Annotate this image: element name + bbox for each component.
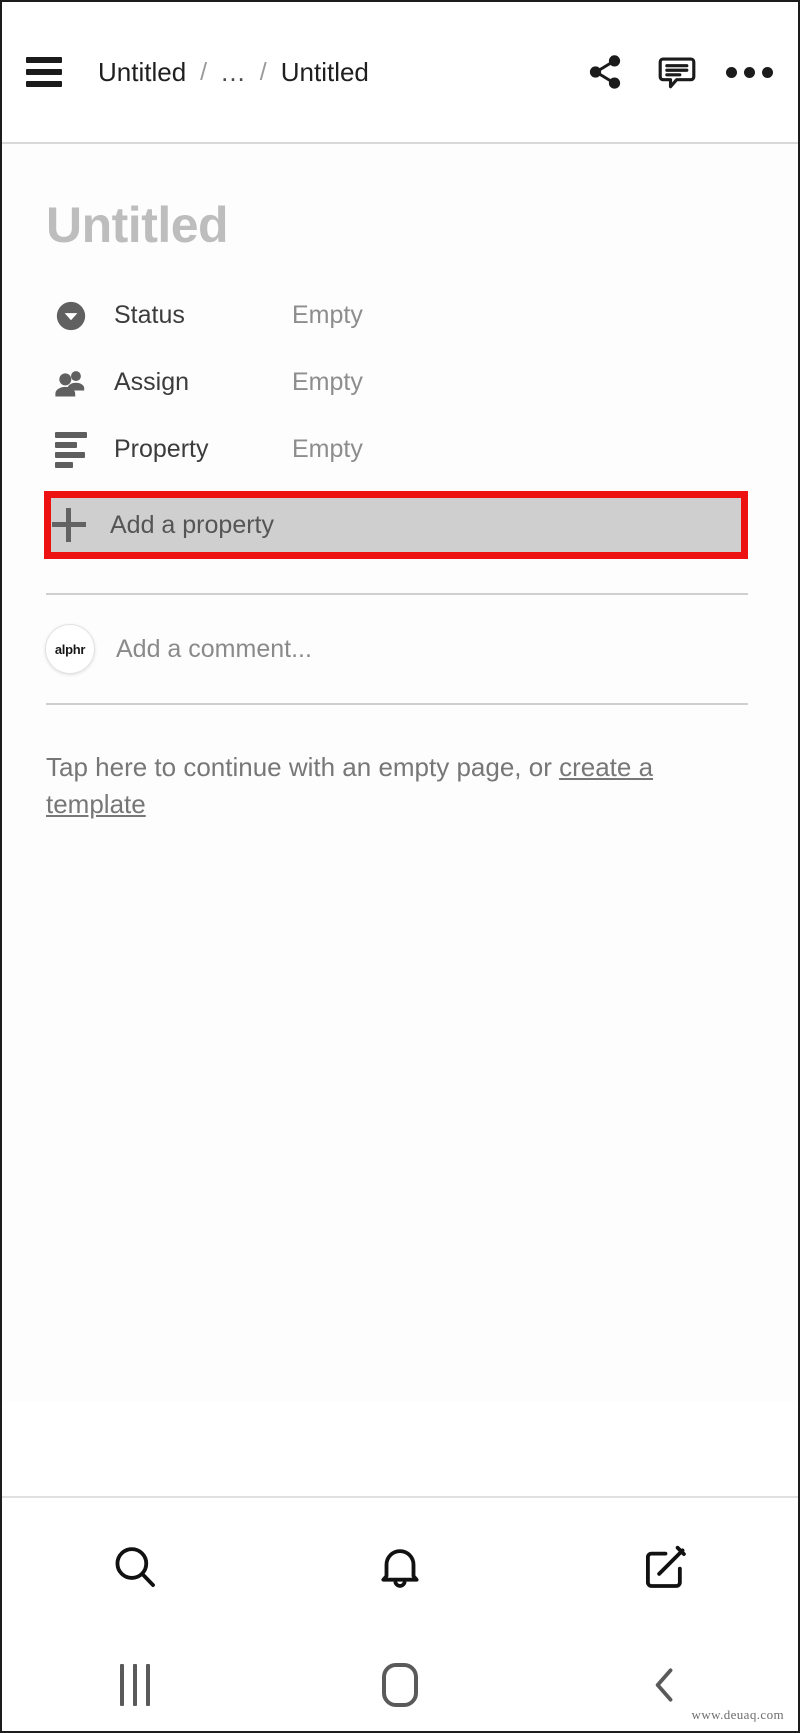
recent-apps-icon	[119, 1663, 150, 1706]
property-row-property[interactable]: Property Empty	[2, 416, 798, 483]
tab-new-page[interactable]	[533, 1498, 798, 1638]
nav-back[interactable]	[533, 1663, 798, 1707]
breadcrumb-item-root[interactable]: Untitled	[98, 57, 186, 88]
share-icon[interactable]	[584, 51, 626, 93]
add-property-label: Add a property	[110, 510, 274, 539]
bottom-tab-bar	[2, 1496, 798, 1638]
search-icon	[115, 1547, 155, 1588]
avatar: alphr	[46, 625, 94, 673]
empty-page-hint[interactable]: Tap here to continue with an empty page,…	[2, 705, 798, 823]
status-circle-chevron-icon	[52, 297, 90, 335]
page-title[interactable]: Untitled	[2, 144, 798, 254]
property-lines-icon	[52, 431, 90, 469]
breadcrumb-separator-1: /	[200, 57, 208, 86]
breadcrumb-separator-2: /	[259, 57, 267, 86]
add-property-wrapper: Add a property	[2, 491, 798, 559]
nav-recents[interactable]	[2, 1663, 267, 1706]
home-icon	[381, 1662, 418, 1707]
header-actions	[584, 51, 773, 93]
add-property-button[interactable]: Add a property	[2, 491, 798, 559]
property-value[interactable]: Empty	[292, 301, 363, 330]
comment-input-placeholder[interactable]: Add a comment...	[116, 635, 312, 664]
bell-icon	[381, 1549, 419, 1588]
nav-home[interactable]	[267, 1662, 532, 1707]
plus-icon	[52, 508, 86, 542]
property-row-assign[interactable]: Assign Empty	[2, 349, 798, 416]
empty-page-hint-text: Tap here to continue with an empty page,…	[46, 752, 560, 782]
android-nav-bar	[2, 1638, 798, 1731]
compose-edit-icon	[646, 1545, 687, 1588]
tab-search[interactable]	[2, 1498, 267, 1638]
watermark: www.deuaq.com	[691, 1707, 784, 1722]
breadcrumb-item-current[interactable]: Untitled	[281, 57, 369, 88]
property-label: Status	[114, 301, 185, 329]
property-label: Assign	[114, 368, 190, 396]
property-value[interactable]: Empty	[292, 368, 363, 397]
breadcrumb: Untitled / ... / Untitled	[98, 57, 584, 88]
app-header: Untitled / ... / Untitled	[2, 2, 798, 144]
more-options-icon[interactable]	[725, 51, 773, 93]
property-value[interactable]: Empty	[292, 435, 363, 464]
property-list: Status Empty Assign Empty Property Empty…	[2, 282, 798, 559]
tab-notifications[interactable]	[267, 1498, 532, 1638]
property-label: Property	[114, 435, 209, 463]
hamburger-menu-icon[interactable]	[26, 57, 62, 87]
page-content: Untitled Status Empty Assign Empty Prope…	[2, 144, 798, 1401]
text-lines	[55, 431, 87, 468]
assign-people-icon	[52, 364, 90, 402]
add-comment-row[interactable]: alphr Add a comment...	[2, 595, 798, 673]
phone-screen: Untitled / ... / Untitled Untitled Statu…	[0, 0, 800, 1733]
back-chevron-icon	[656, 1667, 673, 1702]
property-row-status[interactable]: Status Empty	[2, 282, 798, 349]
breadcrumb-item-ellipsis[interactable]: ...	[221, 57, 246, 88]
comment-icon[interactable]	[656, 51, 698, 93]
more-dots	[725, 66, 773, 78]
